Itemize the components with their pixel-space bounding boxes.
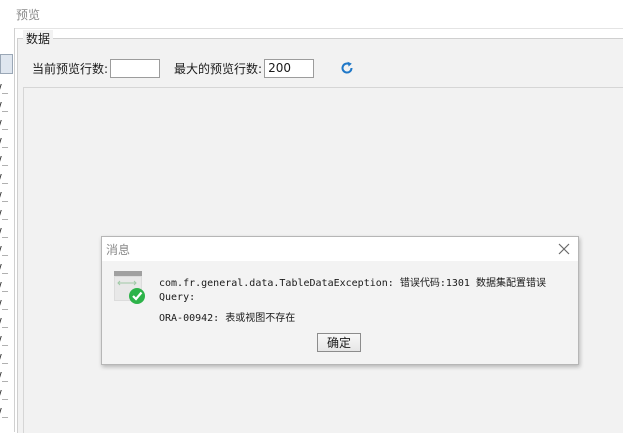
list-item[interactable]: V_: [0, 224, 14, 242]
window-title: 预览: [16, 8, 41, 22]
dialog-title: 消息: [106, 243, 131, 257]
list-item[interactable]: V_: [0, 278, 14, 296]
list-item[interactable]: V_: [0, 116, 14, 134]
list-item[interactable]: V_: [0, 386, 14, 404]
list-item[interactable]: V_: [0, 188, 14, 206]
group-legend: 数据: [23, 30, 54, 47]
ora-error: ORA-00942: 表或视图不存在: [159, 313, 296, 324]
list-item[interactable]: V_: [0, 206, 14, 224]
max-rows-label: 最大的预览行数:: [174, 61, 263, 76]
refresh-icon[interactable]: [340, 61, 354, 75]
left-partial-panel: V_ V_ V_ V_ V_ V_ V_ V_ V_ V_ V_ V_ V_ V…: [0, 28, 15, 432]
list-item[interactable]: V_: [0, 80, 14, 98]
max-rows-input[interactable]: 200: [264, 58, 315, 78]
tool-icon[interactable]: [0, 54, 13, 74]
list-item[interactable]: V_: [0, 296, 14, 314]
list-item[interactable]: V_: [0, 98, 14, 116]
dialog-header: 消息: [102, 237, 578, 261]
list-item[interactable]: V_: [0, 134, 14, 152]
list-item[interactable]: V_: [0, 368, 14, 386]
list-item[interactable]: V_: [0, 242, 14, 260]
list-item[interactable]: V_: [0, 350, 14, 368]
message-dialog: 消息 com.fr.general.data.TableDataExceptio…: [101, 236, 579, 365]
list-item[interactable]: V_: [0, 332, 14, 350]
close-icon[interactable]: [557, 242, 571, 256]
list-item[interactable]: V_: [0, 152, 14, 170]
preview-controls: 当前预览行数: 最大的预览行数: 200: [32, 57, 354, 79]
success-table-icon: [114, 271, 146, 305]
ok-button[interactable]: 确定: [317, 333, 361, 352]
list-item[interactable]: V_: [0, 314, 14, 332]
list-item[interactable]: V_: [0, 170, 14, 188]
current-rows-label: 当前预览行数:: [32, 61, 109, 76]
query-label: Query:: [159, 292, 196, 303]
list-item[interactable]: V_: [0, 404, 14, 422]
current-rows-field[interactable]: [110, 58, 161, 78]
title-bar: 预览: [0, 0, 623, 29]
error-message: com.fr.general.data.TableDataException: …: [159, 278, 546, 289]
list-item[interactable]: V_: [0, 260, 14, 278]
